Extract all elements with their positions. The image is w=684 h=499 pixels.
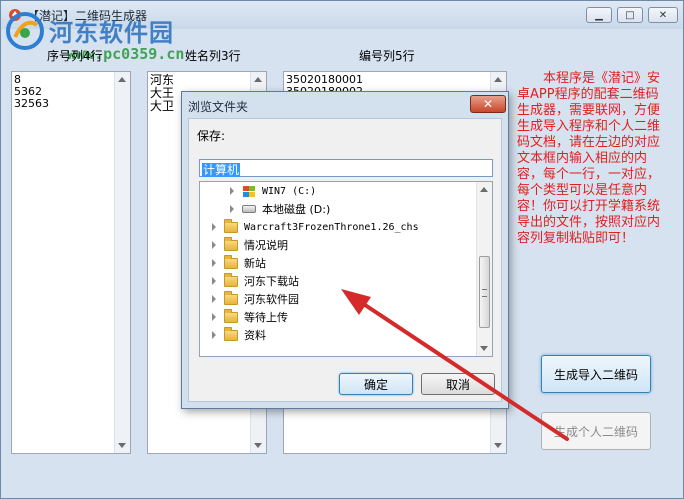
expand-icon[interactable] — [212, 313, 216, 321]
name-line: 大卫 — [150, 99, 175, 113]
expand-icon[interactable] — [230, 187, 234, 195]
folder-name-value: 计算机 — [202, 163, 241, 177]
folder-icon — [224, 290, 238, 305]
tree-item-label: 资料 — [244, 329, 266, 342]
cancel-button[interactable]: 取消 — [421, 373, 495, 395]
tree-item-label: WIN7 (C:) — [262, 185, 317, 197]
close-button[interactable]: ✕ — [648, 7, 678, 23]
tree-item-label: Warcraft3FrozenThrone1.26_chs — [244, 221, 419, 233]
main-window: 【潜记】二维码生成器 ▁ □ ✕ 河东软件园 www.pc0359.cn 序号列… — [0, 0, 684, 499]
expand-icon[interactable] — [212, 295, 216, 303]
minimize-button[interactable]: ▁ — [586, 7, 612, 23]
scroll-down-icon[interactable] — [254, 443, 262, 448]
expand-icon[interactable] — [212, 331, 216, 339]
scroll-down-icon[interactable] — [494, 443, 502, 448]
browse-folder-dialog: 浏览文件夹 ✕ 保存: 计算机 WIN7 (C:) 本地磁盘 (D:) Warc… — [181, 91, 509, 409]
tree-item-folder[interactable]: 河东软件园 — [212, 290, 299, 308]
folder-icon — [224, 218, 238, 233]
watermark-logo-icon — [6, 12, 44, 50]
watermark-text: 河东软件园 — [49, 19, 174, 47]
ok-button[interactable]: 确定 — [339, 373, 413, 395]
scroll-up-icon[interactable] — [118, 77, 126, 82]
folder-icon — [224, 326, 238, 341]
maximize-button[interactable]: □ — [617, 7, 643, 23]
tree-item-label: 新站 — [244, 257, 266, 270]
tree-item-label: 等待上传 — [244, 311, 288, 324]
folder-tree[interactable]: WIN7 (C:) 本地磁盘 (D:) Warcraft3FrozenThron… — [199, 181, 493, 357]
folder-icon — [224, 236, 238, 251]
serial-scrollbar[interactable] — [114, 72, 130, 453]
hard-drive-icon — [242, 205, 256, 213]
scroll-up-icon[interactable] — [494, 77, 502, 82]
tree-item-folder[interactable]: 河东下载站 — [212, 272, 299, 290]
tree-item-label: 情况说明 — [244, 239, 288, 252]
dialog-body: 保存: 计算机 WIN7 (C:) 本地磁盘 (D:) Warcraft3Fro… — [188, 118, 502, 402]
dialog-title: 浏览文件夹 — [188, 100, 249, 114]
tree-item-d-drive[interactable]: 本地磁盘 (D:) — [230, 200, 330, 218]
tree-item-win7-drive[interactable]: WIN7 (C:) — [230, 182, 316, 200]
scroll-down-icon[interactable] — [118, 443, 126, 448]
column-header-serial: 序号列4行 — [47, 49, 103, 63]
tree-item-folder[interactable]: 等待上传 — [212, 308, 288, 326]
folder-icon — [224, 308, 238, 323]
windows-drive-icon — [242, 185, 256, 198]
scroll-down-icon[interactable] — [480, 346, 488, 351]
expand-icon[interactable] — [230, 205, 234, 213]
serial-line: 32563 — [14, 97, 49, 110]
tree-item-label: 河东软件园 — [244, 293, 299, 306]
tree-item-label: 本地磁盘 (D:) — [262, 203, 331, 216]
generate-import-qr-button[interactable]: 生成导入二维码 — [541, 355, 651, 393]
tree-item-folder[interactable]: 资料 — [212, 326, 266, 344]
scroll-up-icon[interactable] — [254, 77, 262, 82]
serial-textbox[interactable]: 8 5362 32563 — [11, 71, 131, 454]
column-header-code: 编号列5行 — [359, 49, 415, 63]
tree-item-folder[interactable]: 情况说明 — [212, 236, 288, 254]
expand-icon[interactable] — [212, 277, 216, 285]
folder-icon — [224, 272, 238, 287]
tree-item-label: 河东下载站 — [244, 275, 299, 288]
expand-icon[interactable] — [212, 241, 216, 249]
tree-item-folder[interactable]: Warcraft3FrozenThrone1.26_chs — [212, 218, 419, 236]
column-header-name: 姓名列3行 — [185, 49, 241, 63]
dialog-close-button[interactable]: ✕ — [470, 95, 506, 113]
scrollbar-thumb[interactable] — [479, 256, 490, 328]
scroll-up-icon[interactable] — [480, 187, 488, 192]
expand-icon[interactable] — [212, 223, 216, 231]
folder-icon — [224, 254, 238, 269]
tree-scrollbar[interactable] — [476, 182, 492, 356]
save-label: 保存: — [197, 129, 226, 143]
expand-icon[interactable] — [212, 259, 216, 267]
tree-item-folder[interactable]: 新站 — [212, 254, 266, 272]
folder-name-input[interactable]: 计算机 — [199, 159, 493, 177]
generate-personal-qr-button[interactable]: 生成个人二维码 — [541, 412, 651, 450]
description-text: 本程序是《潜记》安卓APP程序的配套二维码生成器，需要联网，方便生成导入程序和个… — [517, 71, 661, 246]
